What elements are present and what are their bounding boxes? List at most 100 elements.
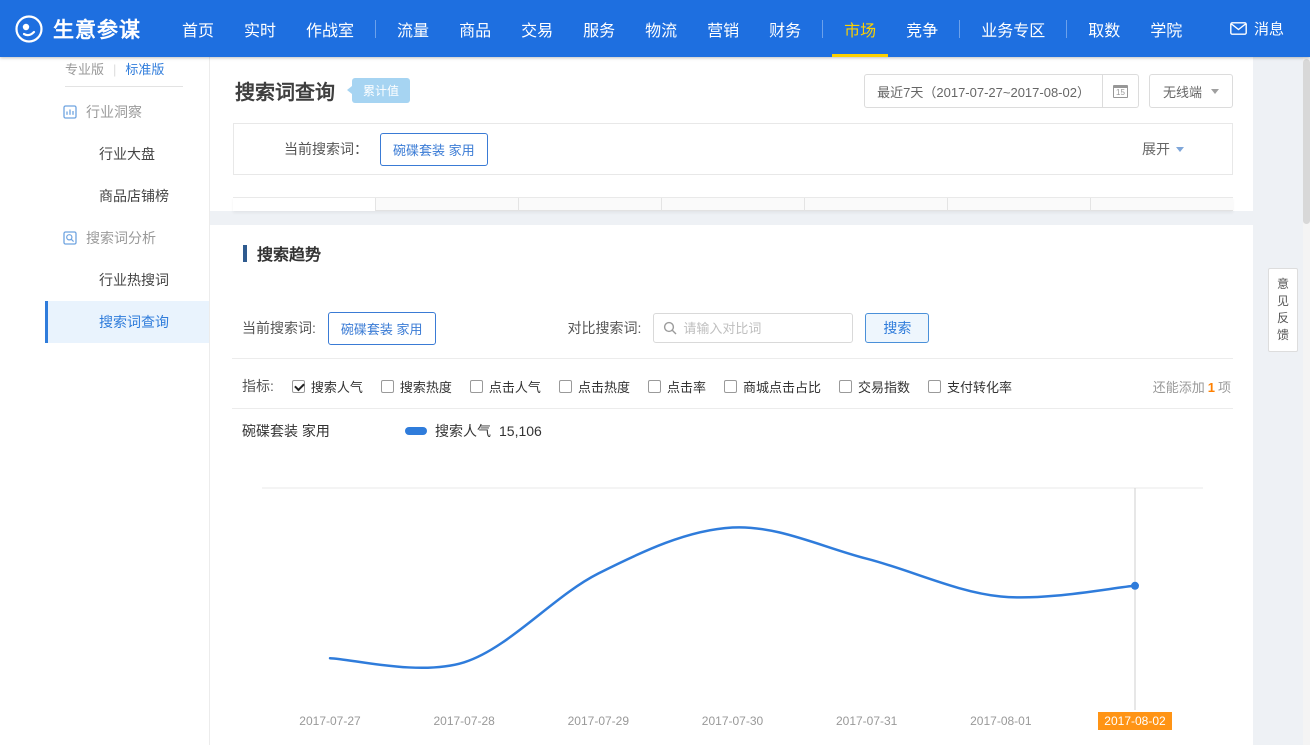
metric-label: 交易指数 (858, 377, 910, 396)
sidebar-item-search-word-query[interactable]: 搜索词查询 (45, 301, 209, 343)
nav-logistics[interactable]: 物流 (630, 0, 692, 57)
nav-trade[interactable]: 交易 (506, 0, 568, 57)
document-search-icon (63, 231, 77, 245)
divider (232, 358, 1233, 359)
metric-tab[interactable] (233, 198, 375, 211)
tab-pro-version[interactable]: 专业版 (65, 62, 104, 77)
current-keyword-label: 当前搜索词: (242, 318, 316, 338)
metric-trade-index[interactable]: 交易指数 (839, 377, 910, 396)
legend-metric-label: 搜索人气 (435, 421, 491, 441)
sidebar-nav: 行业洞察 行业大盘 商品店铺榜 搜索词分析 行业热搜词 搜索词查询 (0, 91, 209, 343)
chevron-down-icon (1176, 147, 1184, 152)
metric-search-popularity[interactable]: 搜索人气 (292, 377, 363, 396)
nav-finance[interactable]: 财务 (754, 0, 816, 57)
trend-line (330, 527, 1135, 667)
legend-item[interactable]: 搜索人气 15,106 (405, 421, 542, 441)
search-button[interactable]: 搜索 (865, 313, 929, 343)
nav-product[interactable]: 商品 (444, 0, 506, 57)
metrics-row: 指标: 搜索人气 搜索热度 点击人气 点击热度 (242, 372, 1231, 400)
scrollbar-thumb[interactable] (1303, 59, 1310, 224)
app-logo[interactable]: 生意参谋 (14, 14, 141, 44)
search-trend-card: 搜索趋势 当前搜索词: 碗碟套装 家用 对比搜索词: 搜索 指标: (210, 225, 1253, 745)
section-marker (243, 245, 247, 262)
top-navigation: 生意参谋 首页 实时 作战室 流量 商品 交易 服务 物流 营销 财务 市场 竞… (0, 0, 1310, 57)
metric-mall-click-share[interactable]: 商城点击占比 (724, 377, 821, 396)
keyword-tag[interactable]: 碗碟套装 家用 (380, 133, 488, 166)
data-point-marker[interactable] (1131, 582, 1139, 590)
nav-home[interactable]: 首页 (167, 0, 229, 57)
nav-marketing[interactable]: 营销 (692, 0, 754, 57)
nav-realtime[interactable]: 实时 (229, 0, 291, 57)
sidebar: 专业版 | 标准版 行业洞察 行业大盘 商品店铺榜 (0, 57, 210, 745)
compare-keyword-label: 对比搜索词: (568, 318, 642, 338)
x-axis-label: 2017-07-31 (836, 714, 898, 728)
metric-click-popularity[interactable]: 点击人气 (470, 377, 541, 396)
sidebar-item-label: 商品店铺榜 (99, 186, 169, 206)
x-axis-label: 2017-07-28 (433, 714, 495, 728)
sidebar-item-industry-overview[interactable]: 行业大盘 (0, 133, 209, 175)
nav-divider (959, 20, 960, 38)
trend-controls-row: 当前搜索词: 碗碟套装 家用 对比搜索词: 搜索 (242, 312, 1231, 344)
device-select[interactable]: 无线端 (1149, 74, 1233, 108)
legend-marker (405, 427, 427, 435)
document-chart-icon (63, 105, 77, 119)
metric-tab[interactable] (661, 198, 804, 211)
sidebar-item-industry-hot-words[interactable]: 行业热搜词 (0, 259, 209, 301)
envelope-icon (1230, 22, 1247, 35)
nav-traffic[interactable]: 流量 (382, 0, 444, 57)
checkbox-icon (381, 380, 394, 393)
keyword-tag[interactable]: 碗碟套装 家用 (328, 312, 436, 345)
metric-search-heat[interactable]: 搜索热度 (381, 377, 452, 396)
sidebar-item-industry-insight[interactable]: 行业洞察 (0, 91, 209, 133)
sidebar-item-search-word-analysis[interactable]: 搜索词分析 (0, 217, 209, 259)
metric-tab[interactable] (518, 198, 661, 211)
sidebar-item-label: 行业洞察 (86, 102, 142, 122)
metric-click-rate[interactable]: 点击率 (648, 377, 706, 396)
section-title-row: 搜索趋势 (210, 225, 1253, 265)
nav-compete[interactable]: 竞争 (891, 0, 953, 57)
compare-search-box[interactable] (653, 313, 853, 343)
nav-data-extract[interactable]: 取数 (1073, 0, 1135, 57)
metric-tab[interactable] (947, 198, 1090, 211)
x-axis-label: 2017-08-02 (1104, 714, 1166, 728)
nav-service[interactable]: 服务 (568, 0, 630, 57)
nav-divider (822, 20, 823, 38)
nav-market[interactable]: 市场 (829, 0, 891, 57)
nav-academy[interactable]: 学院 (1135, 0, 1197, 57)
logo-text: 生意参谋 (53, 14, 141, 44)
metric-tab[interactable] (804, 198, 947, 211)
expand-link[interactable]: 展开 (1142, 139, 1184, 159)
checkbox-icon (470, 380, 483, 393)
nav-business-zone[interactable]: 业务专区 (966, 0, 1060, 57)
sidebar-item-label: 行业大盘 (99, 144, 155, 164)
message-button[interactable]: 消息 (1230, 18, 1296, 39)
sidebar-item-label: 行业热搜词 (99, 270, 169, 290)
calendar-icon-button[interactable]: 15 (1102, 75, 1138, 107)
metric-label: 搜索热度 (400, 377, 452, 396)
compare-input[interactable] (683, 321, 843, 336)
checkbox-icon (648, 380, 661, 393)
checkbox-icon (559, 380, 572, 393)
current-keyword-label: 当前搜索词： (284, 139, 368, 159)
checkbox-icon (839, 380, 852, 393)
version-tab-divider: | (113, 62, 116, 77)
scrollbar-track[interactable] (1303, 57, 1310, 745)
nav-divider (375, 20, 376, 38)
add-more-count: 1 (1208, 380, 1215, 395)
metric-tab[interactable] (375, 198, 518, 211)
metrics-label: 指标: (242, 376, 274, 396)
metric-click-heat[interactable]: 点击热度 (559, 377, 630, 396)
nav-war-room[interactable]: 作战室 (291, 0, 369, 57)
date-range-picker[interactable]: 最近7天（2017-07-27~2017-08-02） 15 (864, 74, 1139, 108)
tab-standard-version[interactable]: 标准版 (125, 62, 164, 77)
section-title: 搜索趋势 (257, 241, 321, 265)
feedback-button[interactable]: 意见 反馈 (1268, 268, 1298, 352)
metric-label: 商城点击占比 (743, 377, 821, 396)
sidebar-item-product-shop-rank[interactable]: 商品店铺榜 (0, 175, 209, 217)
metric-pay-conversion[interactable]: 支付转化率 (928, 377, 1012, 396)
metric-tab[interactable] (1090, 198, 1233, 211)
page-title: 搜索词查询 (235, 76, 335, 105)
x-axis-label: 2017-07-30 (702, 714, 764, 728)
message-label: 消息 (1254, 18, 1284, 39)
feedback-label-1: 意见 (1273, 276, 1293, 310)
